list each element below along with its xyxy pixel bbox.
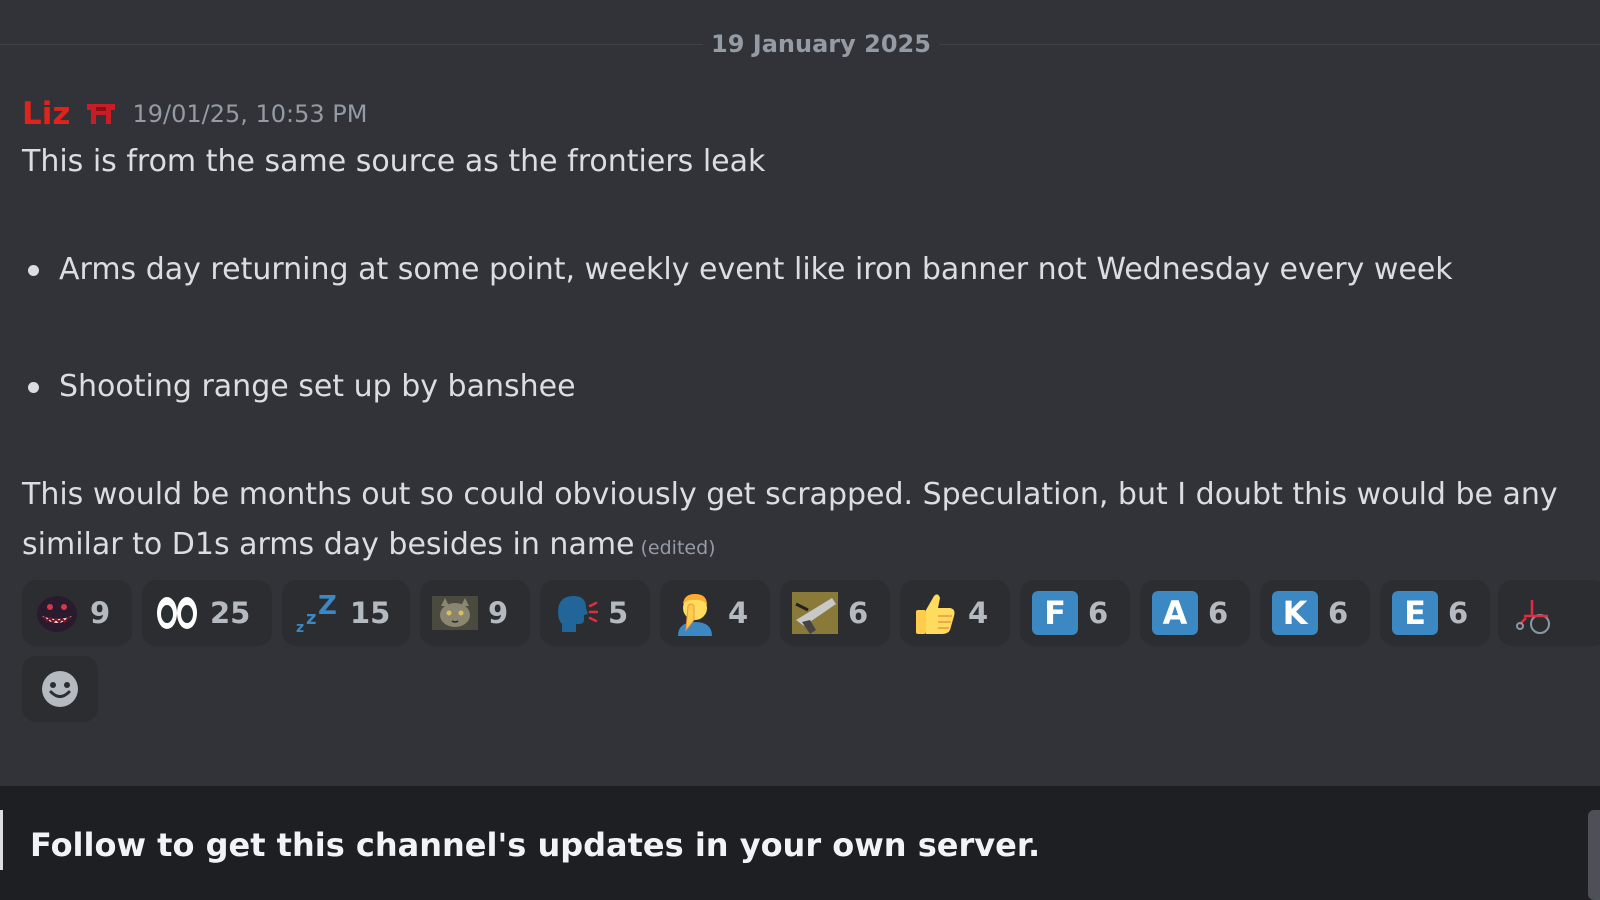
date-divider: 19 January 2025 <box>0 28 1600 60</box>
reaction-button[interactable]: 9 <box>420 580 530 646</box>
creature-face-icon <box>34 590 80 636</box>
reaction-button[interactable]: E 6 <box>1380 580 1490 646</box>
reaction-button[interactable]: z z Z 15 <box>282 580 410 646</box>
weapon-icon <box>792 590 838 636</box>
svg-text:Z: Z <box>318 591 337 621</box>
bullet-icon <box>28 381 39 393</box>
message[interactable]: Liz 19/01/25, 10:53 PM This is from the … <box>22 96 1600 562</box>
reaction-count: 4 <box>968 596 989 630</box>
chat-view: 19 January 2025 Liz 19/01/25, 10:53 PM T… <box>0 0 1600 900</box>
reaction-count: 4 <box>728 596 749 630</box>
letter-tile: F <box>1032 591 1078 635</box>
reaction-count: 9 <box>90 596 111 630</box>
reaction-button[interactable]: F 6 <box>1020 580 1130 646</box>
reaction-bar: 9 25 z z Z 15 9 5 4 6 4 F 6 A 6 K 6 E 6 <box>22 580 1600 650</box>
reaction-button[interactable]: K 6 <box>1260 580 1370 646</box>
letter-e-icon: E <box>1392 590 1438 636</box>
letter-a-icon: A <box>1152 590 1198 636</box>
reaction-count: 6 <box>1448 596 1469 630</box>
eyes-icon <box>154 590 200 636</box>
reaction-count: 15 <box>350 596 391 630</box>
message-intro: This is from the same source as the fron… <box>22 144 766 179</box>
list-item-text: Arms day returning at some point, weekly… <box>59 252 1453 287</box>
reaction-button[interactable]: 6 <box>780 580 890 646</box>
svg-text:z: z <box>296 620 304 636</box>
follow-banner: Follow to get this channel's updates in … <box>0 786 1600 900</box>
reaction-button[interactable]: A 6 <box>1140 580 1250 646</box>
reaction-count: 6 <box>848 596 869 630</box>
letter-tile: E <box>1392 591 1438 635</box>
reaction-count: 6 <box>1088 596 1109 630</box>
letter-tile: K <box>1272 591 1318 635</box>
follow-button-edge[interactable] <box>1588 810 1600 900</box>
svg-text:z: z <box>306 608 316 629</box>
message-timestamp: 19/01/25, 10:53 PM <box>132 100 368 128</box>
reaction-button[interactable]: 4 <box>660 580 770 646</box>
wheelchair-icon <box>1510 590 1556 636</box>
message-body-line: similar to D1s arms day besides in name(… <box>22 525 716 568</box>
reaction-button[interactable] <box>1498 580 1600 646</box>
thumbs-up-icon <box>912 590 958 636</box>
reaction-count: 25 <box>210 596 251 630</box>
reaction-button[interactable]: 25 <box>142 580 272 646</box>
edited-label: (edited) <box>640 537 716 559</box>
message-body-line: This would be months out so could obviou… <box>22 477 1558 512</box>
reaction-count: 9 <box>488 596 509 630</box>
smile-icon <box>42 671 78 707</box>
reaction-button[interactable]: 5 <box>540 580 650 646</box>
list-item: Shooting range set up by banshee <box>22 367 576 407</box>
letter-f-icon: F <box>1032 590 1078 636</box>
reaction-count: 6 <box>1328 596 1349 630</box>
date-divider-label: 19 January 2025 <box>703 30 939 58</box>
bullet-icon <box>28 264 39 276</box>
reaction-count: 6 <box>1208 596 1229 630</box>
add-reaction-button[interactable] <box>22 656 98 722</box>
speaking-head-icon <box>552 590 598 636</box>
list-item: Arms day returning at some point, weekly… <box>22 250 1453 290</box>
letter-k-icon: K <box>1272 590 1318 636</box>
message-body-text: similar to D1s arms day besides in name <box>22 527 635 562</box>
reaction-count: 5 <box>608 596 629 630</box>
banner-edge <box>0 810 3 870</box>
zzz-icon: z z Z <box>294 590 340 636</box>
reaction-button[interactable]: 9 <box>22 580 132 646</box>
reaction-button[interactable]: 4 <box>900 580 1010 646</box>
list-item-text: Shooting range set up by banshee <box>59 369 576 404</box>
follow-banner-text: Follow to get this channel's updates in … <box>30 826 1041 864</box>
cat-photo-icon <box>432 590 478 636</box>
author-name[interactable]: Liz <box>22 96 70 132</box>
message-header: Liz 19/01/25, 10:53 PM <box>22 96 1600 132</box>
role-badge-icon[interactable] <box>84 101 118 127</box>
letter-tile: A <box>1152 591 1198 635</box>
facepalm-icon <box>672 590 718 636</box>
